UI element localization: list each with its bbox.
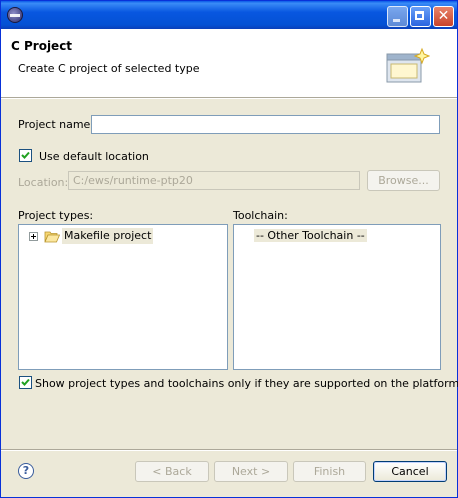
- title-bar[interactable]: ✕: [1, 1, 457, 29]
- expand-icon[interactable]: [29, 232, 38, 241]
- use-default-location-checkbox[interactable]: [19, 149, 32, 162]
- maximize-button[interactable]: [410, 6, 431, 27]
- use-default-location-label: Use default location: [39, 150, 149, 163]
- help-icon[interactable]: ?: [18, 463, 34, 479]
- checkmark-icon: [21, 151, 30, 159]
- button-bar-separator: [1, 449, 457, 451]
- project-types-tree[interactable]: Makefile project: [18, 224, 228, 370]
- list-item-label: -- Other Toolchain --: [254, 229, 367, 242]
- checkmark-icon: [21, 378, 30, 386]
- cancel-button[interactable]: Cancel: [373, 461, 447, 482]
- close-button[interactable]: ✕: [433, 6, 454, 27]
- project-name-label: Project name:: [18, 118, 95, 131]
- project-name-input[interactable]: [91, 115, 440, 134]
- tree-item-makefile-project[interactable]: Makefile project: [19, 228, 227, 244]
- list-item-other-toolchain[interactable]: -- Other Toolchain --: [254, 228, 367, 244]
- header-separator: [1, 97, 457, 99]
- tree-item-label: Makefile project: [62, 228, 154, 244]
- eclipse-icon: [7, 7, 23, 23]
- toolchain-label: Toolchain:: [233, 209, 288, 222]
- finish-button[interactable]: Finish: [293, 461, 366, 482]
- folder-open-icon: [44, 231, 60, 243]
- browse-button[interactable]: Browse...: [367, 170, 440, 191]
- page-description: Create C project of selected type: [18, 62, 200, 75]
- back-button[interactable]: < Back: [135, 461, 209, 482]
- project-types-label: Project types:: [18, 209, 94, 222]
- page-title: C Project: [11, 39, 73, 53]
- close-icon: ✕: [437, 8, 450, 24]
- location-input[interactable]: [68, 171, 360, 190]
- next-button[interactable]: Next >: [214, 461, 288, 482]
- minimize-button[interactable]: [387, 6, 408, 27]
- supported-only-label: Show project types and toolchains only i…: [35, 377, 458, 390]
- supported-only-checkbox[interactable]: [19, 376, 32, 389]
- location-label: Location:: [18, 176, 69, 189]
- c-project-dialog: ✕ C Project Create C project of selected…: [0, 0, 458, 498]
- new-wizard-icon: [386, 47, 430, 83]
- toolchain-list[interactable]: -- Other Toolchain --: [233, 224, 441, 370]
- wizard-header: C Project Create C project of selected t…: [1, 29, 457, 97]
